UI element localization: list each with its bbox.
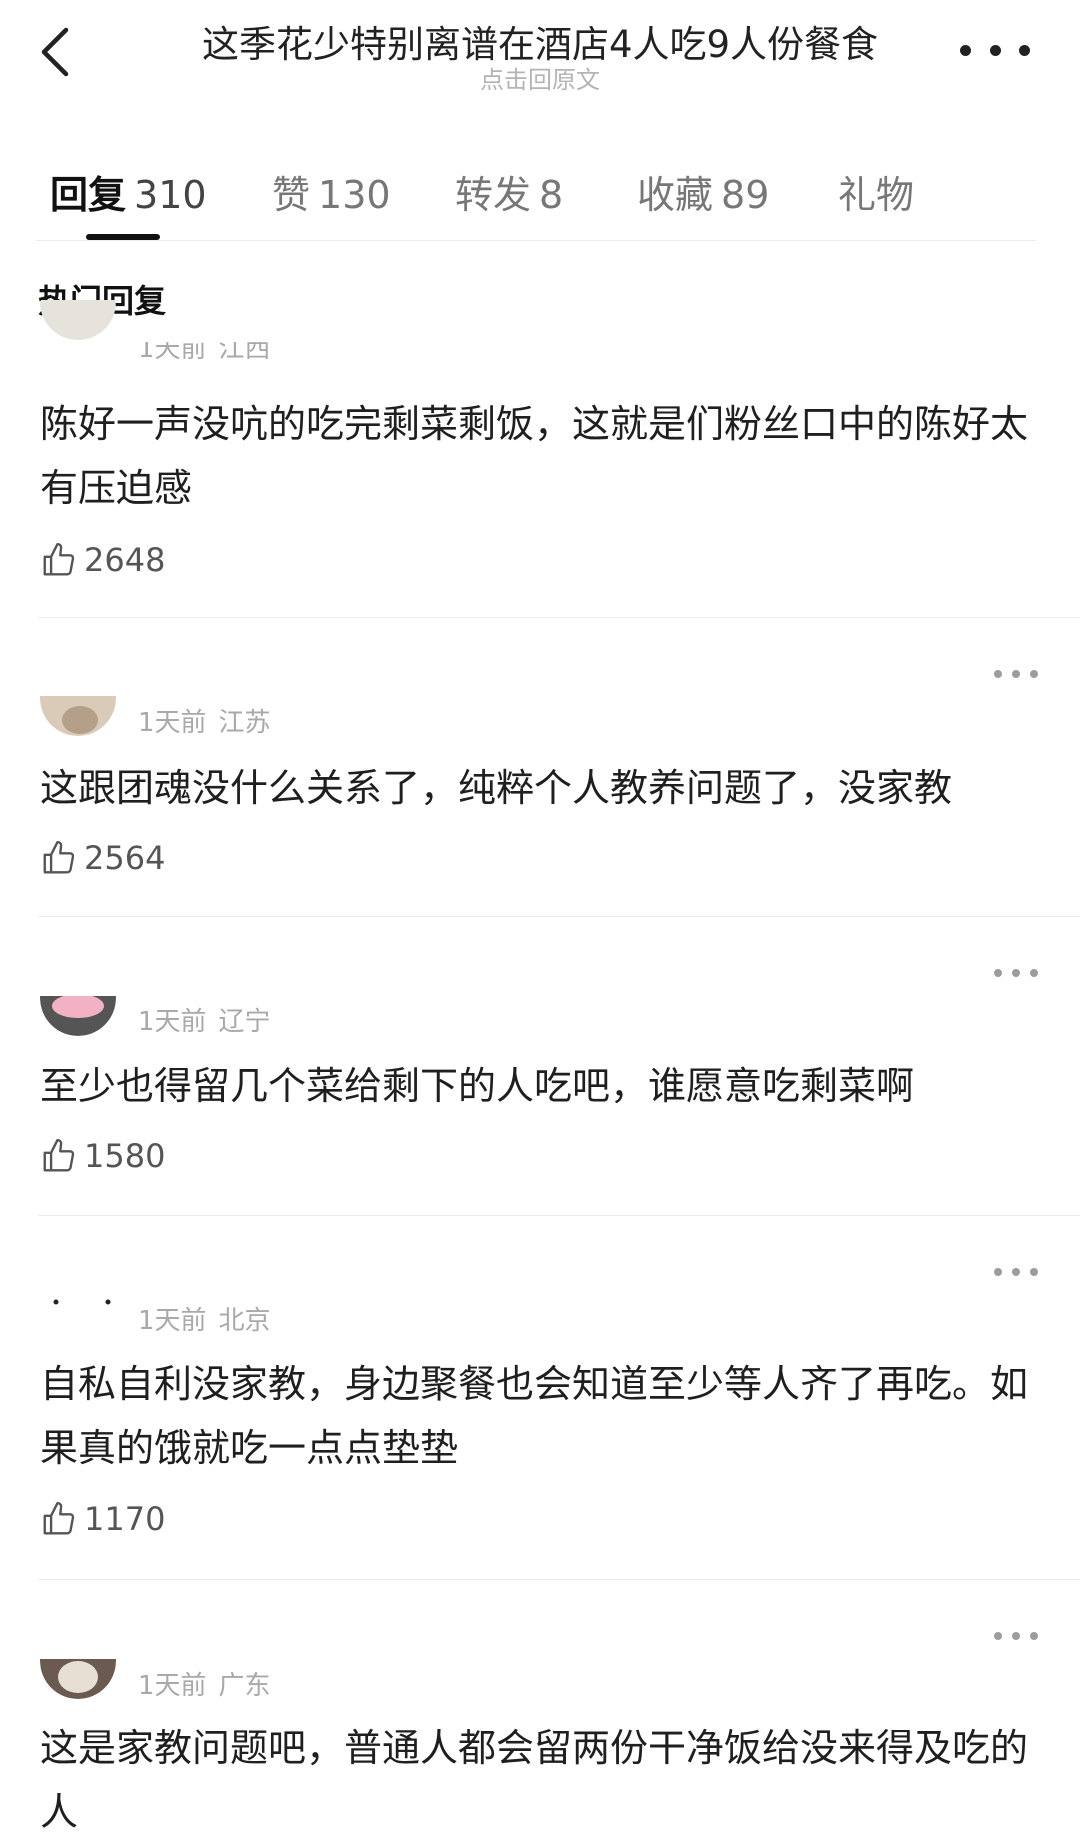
thumbs-up-icon <box>43 1501 75 1535</box>
tab-reposts[interactable]: 转发 8 <box>455 164 563 219</box>
like-button[interactable]: 1580 <box>40 1134 165 1178</box>
comment-time: 1天前 <box>138 334 207 364</box>
divider <box>38 617 1080 618</box>
thumbs-up-icon <box>43 1138 75 1172</box>
like-button[interactable]: 2564 <box>40 836 165 880</box>
tab-favorites[interactable]: 收藏 89 <box>637 164 769 219</box>
divider <box>38 1579 1080 1580</box>
divider <box>38 1215 1080 1216</box>
comment-meta: 1天前 辽宁 <box>138 1001 271 1038</box>
divider <box>38 916 1080 917</box>
comment-time: 1天前 <box>138 1007 207 1037</box>
avatar[interactable] <box>40 1659 116 1699</box>
comment-meta: 1天前 广东 <box>138 1665 271 1702</box>
back-to-original-link[interactable]: 点击回原文 <box>150 60 930 95</box>
tab-label: 收藏 <box>637 173 714 217</box>
comment-meta: 1天前 江苏 <box>138 702 271 739</box>
comment-text: 至少也得留几个菜给剩下的人吃吧，谁愿意吃剩菜啊 <box>40 1064 915 1108</box>
like-count: 1580 <box>84 1137 166 1175</box>
like-button[interactable]: 1170 <box>40 1497 165 1541</box>
tab-likes[interactable]: 赞 130 <box>272 164 391 219</box>
thumbs-up-icon <box>43 840 75 874</box>
comment-more-icon[interactable] <box>994 664 1038 684</box>
comment-text: 自私自利没家教，身边聚餐也会知道至少等人齐了再吃。如果真的饿就吃一点点垫垫 <box>40 1362 1029 1470</box>
avatar[interactable] <box>40 1296 116 1336</box>
comment-text: 陈好一声没吭的吃完剩菜剩饭，这就是们粉丝口中的陈好太有压迫感 <box>40 402 1029 510</box>
comment-location: 北京 <box>218 1306 271 1336</box>
comment-more-icon[interactable] <box>994 963 1038 983</box>
tab-count: 130 <box>318 173 391 217</box>
comment-meta: 1天前 北京 <box>138 1300 271 1337</box>
comment-time: 1天前 <box>138 1306 207 1336</box>
comment-more-icon[interactable] <box>994 1626 1038 1646</box>
comment-location: 江西 <box>218 334 271 364</box>
thumbs-up-icon <box>43 542 75 576</box>
tab-label: 回复 <box>50 173 127 217</box>
comment-time: 1天前 <box>138 708 207 738</box>
tab-label: 转发 <box>455 173 532 217</box>
comment-location: 广东 <box>218 1671 271 1701</box>
top-bar: 这季花少特别离谱在酒店4人吃9人份餐食 点击回原文 <box>0 0 1080 110</box>
comment-more-icon[interactable] <box>994 1262 1038 1282</box>
tab-count: 310 <box>134 173 207 217</box>
comment-location: 江苏 <box>218 708 271 738</box>
avatar[interactable] <box>40 696 116 736</box>
tab-bar: 回复 310 赞 130 转发 8 收藏 89 礼物 <box>0 150 1080 242</box>
tab-label: 礼物 <box>838 173 915 217</box>
comment-location: 辽宁 <box>218 1007 271 1037</box>
back-arrow-icon[interactable] <box>36 24 76 80</box>
like-count: 2648 <box>84 541 166 579</box>
comment-time: 1天前 <box>138 1671 207 1701</box>
comment-text: 这是家教问题吧，普通人都会留两份干净饭给没来得及吃的人 <box>40 1726 1029 1834</box>
like-button[interactable]: 2648 <box>40 538 165 582</box>
tab-label: 赞 <box>272 173 311 217</box>
tab-replies[interactable]: 回复 310 <box>50 164 207 219</box>
like-count: 2564 <box>84 839 166 877</box>
divider <box>36 240 1036 241</box>
tab-count: 89 <box>721 173 770 217</box>
more-options-icon[interactable] <box>960 28 1030 72</box>
comment-meta: 1天前 江西 <box>138 334 271 365</box>
like-count: 1170 <box>84 1500 166 1538</box>
avatar[interactable] <box>40 996 116 1036</box>
comment-text: 这跟团魂没什么关系了，纯粹个人教养问题了，没家教 <box>40 766 953 810</box>
tab-gifts[interactable]: 礼物 <box>838 164 914 219</box>
tab-count: 8 <box>539 173 564 217</box>
